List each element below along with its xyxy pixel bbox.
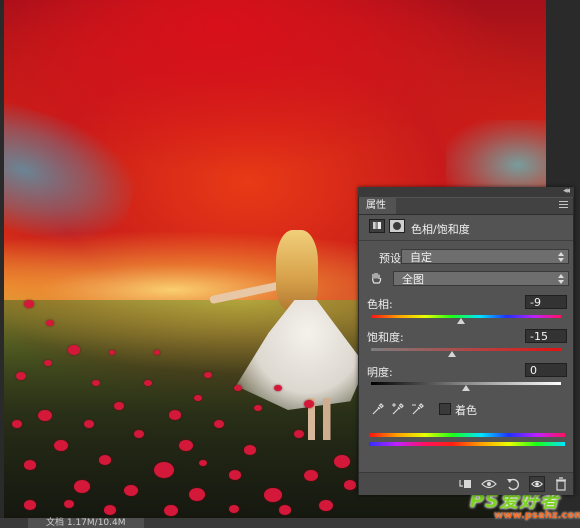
colorize-label: 着色: [455, 404, 477, 417]
hue-slider-track[interactable]: [371, 315, 561, 318]
panel-footer: [359, 472, 573, 495]
preset-value: 自定: [410, 251, 432, 264]
saturation-slider-thumb[interactable]: [447, 351, 456, 357]
lightness-input[interactable]: 0: [525, 363, 567, 377]
poppy-flower: [24, 500, 36, 510]
dropdown-arrows-icon: [558, 251, 564, 263]
eyedropper-subtract-icon[interactable]: [411, 402, 425, 416]
channel-value: 全图: [402, 273, 424, 286]
colorize-checkbox[interactable]: [439, 403, 451, 415]
targeted-adjustment-hand-icon[interactable]: [370, 272, 383, 285]
poppy-flower: [304, 400, 314, 408]
lightness-label: 明度:: [367, 366, 393, 379]
poppy-flower: [229, 470, 241, 480]
delete-layer-icon[interactable]: [553, 476, 569, 492]
poppy-flower: [334, 455, 350, 468]
hue-slider-thumb[interactable]: [457, 318, 466, 324]
poppy-flower: [279, 505, 291, 515]
poppy-flower: [64, 500, 74, 508]
clip-to-layer-icon[interactable]: [457, 476, 473, 492]
saturation-label: 饱和度:: [367, 331, 404, 344]
poppy-flower: [16, 372, 26, 380]
channel-dropdown[interactable]: 全图: [393, 271, 569, 286]
collapse-panel-icon[interactable]: ◂◂: [563, 186, 570, 196]
dropdown-arrows-icon: [558, 273, 564, 285]
panel-menu-icon[interactable]: [559, 201, 568, 209]
poppy-flower: [229, 505, 239, 513]
panel-collapse-bar[interactable]: ◂◂: [358, 186, 574, 197]
poppy-flower: [294, 430, 304, 438]
poppy-flower: [68, 345, 80, 355]
poppy-flower: [154, 462, 174, 478]
hue-saturation-adjustment-icon[interactable]: [369, 219, 385, 233]
poppy-flower: [104, 505, 116, 515]
saturation-slider-track[interactable]: [371, 348, 561, 351]
hue-label: 色相:: [367, 298, 393, 311]
layer-mask-icon[interactable]: [389, 219, 405, 233]
poppy-flower: [134, 430, 144, 438]
poppy-flower: [24, 460, 36, 470]
lightness-slider-thumb[interactable]: [462, 385, 470, 391]
poppy-flower: [189, 488, 205, 501]
eyedropper-icon[interactable]: [371, 402, 385, 416]
poppy-flower: [344, 480, 356, 490]
view-previous-state-icon[interactable]: [481, 476, 497, 492]
hue-input[interactable]: -9: [525, 295, 567, 309]
eyedropper-add-icon[interactable]: [391, 402, 405, 416]
input-color-bar: [369, 433, 565, 437]
tab-properties[interactable]: 属性: [359, 198, 396, 214]
poppy-flower: [74, 480, 90, 493]
adjustment-header: 色相/饱和度: [359, 216, 573, 238]
poppy-flower: [154, 350, 160, 355]
poppy-flower: [169, 410, 181, 420]
poppy-flower: [244, 445, 256, 455]
saturation-input[interactable]: -15: [525, 329, 567, 343]
panel-tab-bar: 属性: [359, 198, 573, 215]
poppy-flower: [99, 455, 111, 465]
divider: [359, 240, 573, 241]
poppy-flower: [12, 420, 22, 428]
output-color-bar: [369, 442, 565, 446]
dancer-hair: [276, 230, 318, 310]
toggle-visibility-icon[interactable]: [529, 476, 545, 492]
adjustment-title: 色相/饱和度: [411, 223, 470, 236]
preset-dropdown[interactable]: 自定: [401, 249, 569, 264]
poppy-flower: [214, 420, 224, 428]
reset-icon[interactable]: [505, 476, 521, 492]
document-size-status: 文档 1.17M/10.4M: [28, 518, 144, 528]
properties-panel: ◂◂ 属性 色相/饱和度 预设: 自定 全图 色相: -9 饱和度: -15 明…: [358, 186, 574, 495]
poppy-flower: [109, 350, 115, 355]
watermark-url: www.psahz.com: [494, 510, 580, 521]
poppy-flower: [114, 402, 124, 410]
poppy-flower: [84, 420, 94, 428]
poppy-flower: [24, 300, 34, 308]
